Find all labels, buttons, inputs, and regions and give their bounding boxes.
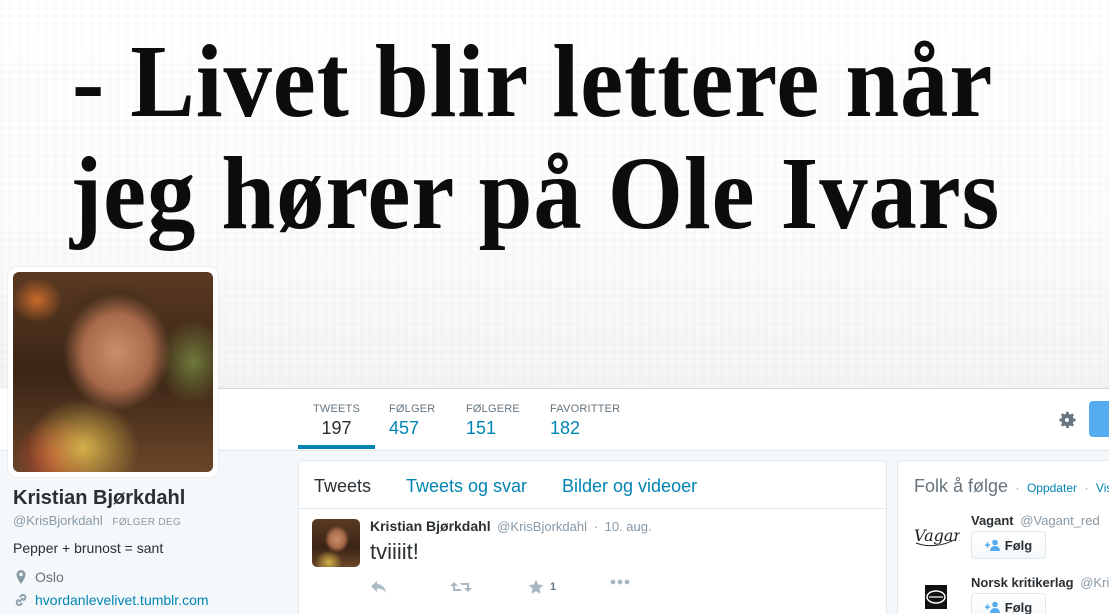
reply-icon[interactable] <box>370 579 388 595</box>
location-pin-icon <box>13 569 29 585</box>
nav-stat-value: 457 <box>389 418 420 438</box>
tweet-author-handle[interactable]: @KrisBjorkdahl <box>497 519 587 534</box>
tweet-text: tviiiit! <box>370 539 419 564</box>
vagant-logo[interactable]: Vagant <box>912 515 960 555</box>
gear-icon[interactable] <box>1056 409 1078 431</box>
who-to-follow-module: Folk å følge · Oppdater · Vis alle Vagan… <box>897 460 1109 614</box>
banner-text-line-1: - Livet blir lettere når <box>72 24 994 139</box>
banner-text-line-2: jeg hører på Ole Ivars <box>70 136 1001 251</box>
tab-tweets[interactable]: Tweets <box>314 476 371 497</box>
suggested-account-name-row: Norsk kritikerlag @Kritikerlaget <box>971 575 1109 590</box>
profile-bio: Pepper + brunost = sant <box>13 540 164 556</box>
follow-button-label: Følg <box>1004 537 1033 553</box>
separator-dot: · <box>1015 481 1020 495</box>
suggested-account-name-row: Vagant @Vagant_red <box>971 513 1100 528</box>
suggested-account: Vagant Vagant @Vagant_red Følg <box>912 511 1109 571</box>
suggested-account: Norsk kritikerlag @Kritikerlaget Følg <box>912 573 1109 614</box>
tab-tweets-and-replies[interactable]: Tweets og svar <box>406 476 527 497</box>
profile-handle-row: @KrisBjorkdahl FØLGER DEG <box>13 513 181 528</box>
nav-stat-following[interactable]: FØLGER 457 <box>389 389 435 449</box>
add-user-icon <box>984 539 1000 551</box>
nav-stat-value: 151 <box>466 418 497 438</box>
nav-stat-label: FØLGER <box>389 403 436 415</box>
more-icon[interactable] <box>610 579 630 585</box>
avatar[interactable] <box>312 519 360 567</box>
nav-stat-favorites[interactable]: FAVORITTER 182 <box>550 389 620 449</box>
suggested-account-name[interactable]: Norsk kritikerlag <box>971 575 1074 590</box>
profile-url-link[interactable]: hvordanlevelivet.tumblr.com <box>35 592 209 608</box>
profile-avatar[interactable] <box>8 267 218 477</box>
norsk-kritikerlag-logo[interactable] <box>912 577 960 614</box>
who-to-follow-header: Folk å følge · Oppdater · Vis alle <box>914 476 1109 497</box>
favorite-icon[interactable]: 1 <box>528 579 556 595</box>
profile-location-text: Oslo <box>35 569 64 585</box>
tab-photos-and-videos[interactable]: Bilder og videoer <box>562 476 697 497</box>
nav-stat-value: 182 <box>550 418 581 438</box>
profile-action-button[interactable] <box>1089 401 1109 437</box>
suggested-account-handle[interactable]: @Kritikerlaget <box>1080 575 1109 590</box>
profile-url: hvordanlevelivet.tumblr.com <box>13 592 209 608</box>
tweet-header: Kristian Bjørkdahl @KrisBjorkdahl · 10. … <box>370 518 652 534</box>
profile-name[interactable]: Kristian Bjørkdahl <box>13 487 185 510</box>
nav-stat-followers[interactable]: FØLGERE 151 <box>466 389 520 449</box>
timeline-card: Tweets Tweets og svar Bilder og videoer … <box>298 460 887 614</box>
suggested-account-name[interactable]: Vagant <box>971 513 1014 528</box>
separator-dot: · <box>1084 481 1089 495</box>
suggested-account-handle[interactable]: @Vagant_red <box>1020 513 1099 528</box>
retweet-icon[interactable] <box>450 579 472 595</box>
profile-handle[interactable]: @KrisBjorkdahl <box>13 513 103 528</box>
follow-button-label: Følg <box>1004 599 1033 614</box>
svg-text:Vagant: Vagant <box>914 526 960 545</box>
profile-location: Oslo <box>13 569 64 585</box>
favorite-count: 1 <box>550 581 557 593</box>
add-user-icon <box>984 601 1000 613</box>
nav-stat-value: 197 <box>321 418 352 438</box>
who-to-follow-title: Folk å følge <box>914 476 1009 496</box>
link-icon <box>13 592 29 608</box>
timeline-tabs: Tweets Tweets og svar Bilder og videoer <box>299 461 886 509</box>
nav-stat-tweets[interactable]: TWEETS 197 <box>298 389 375 449</box>
follow-button[interactable]: Følg <box>971 593 1046 614</box>
view-all-link[interactable]: Vis alle <box>1096 481 1109 495</box>
tweet-separator: · <box>593 519 598 534</box>
tweet-timestamp[interactable]: 10. aug. <box>605 519 652 534</box>
follows-you-badge: FØLGER DEG <box>112 517 181 528</box>
avatar <box>13 272 213 472</box>
nav-stat-label: TWEETS <box>312 403 361 415</box>
refresh-link[interactable]: Oppdater <box>1027 481 1077 495</box>
nav-stat-label: FØLGERE <box>466 403 520 415</box>
nav-stat-label: FAVORITTER <box>550 403 621 415</box>
follow-button[interactable]: Følg <box>971 531 1046 559</box>
tweet-author-name[interactable]: Kristian Bjørkdahl <box>370 518 491 534</box>
